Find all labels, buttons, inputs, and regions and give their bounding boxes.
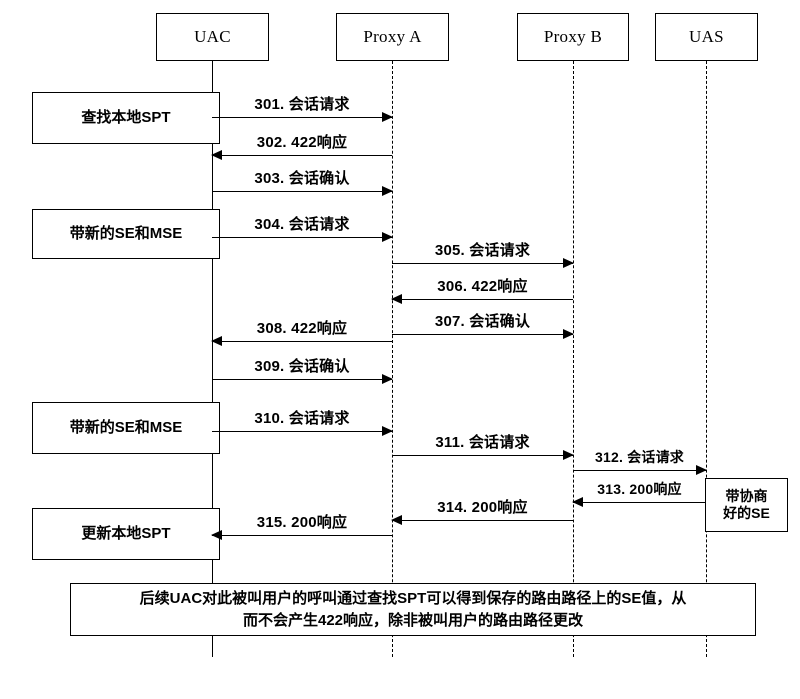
message-line bbox=[212, 117, 392, 118]
note-label-line1: 带协商 bbox=[725, 487, 768, 504]
note-label: 查找本地SPT bbox=[81, 108, 171, 126]
message-label: 302. 422响应 bbox=[256, 134, 348, 151]
footer-note-line-1: 后续UAC对此被叫用户的呼叫通过查找SPT可以得到保存的路由路径上的SE值，从 bbox=[139, 589, 687, 607]
message-label: 305. 会话请求 bbox=[434, 242, 531, 259]
message-line bbox=[212, 191, 392, 192]
message-line bbox=[212, 535, 392, 536]
message-line bbox=[212, 237, 392, 238]
message-line bbox=[392, 455, 573, 456]
message-line bbox=[392, 520, 573, 521]
message-line bbox=[392, 299, 573, 300]
message-label: 301. 会话请求 bbox=[254, 96, 350, 113]
message-label: 308. 422响应 bbox=[256, 320, 348, 337]
message-label: 309. 会话确认 bbox=[254, 358, 350, 375]
lifeline-uas bbox=[706, 61, 707, 657]
message-label: 307. 会话确认 bbox=[434, 313, 531, 330]
message-label: 313. 200响应 bbox=[597, 481, 682, 497]
note-find-local-spt: 查找本地SPT bbox=[32, 92, 220, 144]
note-connector-find-local-spt bbox=[32, 92, 212, 93]
lifeline-label-uas: UAS bbox=[689, 27, 724, 46]
footer-note-line-2: 而不会产生422响应，除非被叫用户的路由路径更改 bbox=[242, 611, 584, 629]
note-label: 带新的SE和MSE bbox=[69, 224, 183, 242]
message-label: 312. 会话请求 bbox=[595, 449, 684, 465]
message-line bbox=[392, 263, 573, 264]
message-label: 314. 200响应 bbox=[437, 499, 528, 516]
message-line bbox=[392, 334, 573, 335]
note-new-se-mse-2: 带新的SE和MSE bbox=[32, 402, 220, 454]
note-new-se-mse-1: 带新的SE和MSE bbox=[32, 209, 220, 259]
message-line bbox=[573, 470, 706, 471]
note-label: 更新本地SPT bbox=[81, 524, 171, 542]
message-line bbox=[573, 502, 706, 503]
lifeline-proxy-a bbox=[392, 61, 393, 657]
lifeline-box-uas: UAS bbox=[655, 13, 758, 61]
lifeline-box-proxy-a: Proxy A bbox=[336, 13, 449, 61]
message-label: 306. 422响应 bbox=[437, 278, 528, 295]
message-line bbox=[212, 379, 392, 380]
note-update-local-spt: 更新本地SPT bbox=[32, 508, 220, 560]
message-label: 303. 会话确认 bbox=[254, 170, 350, 187]
note-label: 带新的SE和MSE bbox=[69, 418, 183, 436]
message-label: 304. 会话请求 bbox=[254, 216, 350, 233]
message-line bbox=[212, 341, 392, 342]
footer-note: 后续UAC对此被叫用户的呼叫通过查找SPT可以得到保存的路由路径上的SE值，从 … bbox=[70, 583, 756, 636]
lifeline-box-uac: UAC bbox=[156, 13, 269, 61]
note-negotiated-se: 带协商 好的SE bbox=[705, 478, 788, 532]
message-label: 311. 会话请求 bbox=[435, 434, 530, 451]
note-label-line2: 好的SE bbox=[723, 505, 770, 521]
message-label: 310. 会话请求 bbox=[254, 410, 350, 427]
message-label: 315. 200响应 bbox=[256, 514, 348, 531]
message-line bbox=[212, 155, 392, 156]
lifeline-proxy-b bbox=[573, 61, 574, 657]
lifeline-label-proxy-a: Proxy A bbox=[363, 27, 422, 46]
lifeline-box-proxy-b: Proxy B bbox=[517, 13, 629, 61]
sequence-diagram-canvas: UAC Proxy A Proxy B UAS 查找本地SPT 带新的SE和MS… bbox=[0, 0, 800, 699]
message-line bbox=[212, 431, 392, 432]
lifeline-label-uac: UAC bbox=[194, 27, 231, 46]
lifeline-label-proxy-b: Proxy B bbox=[543, 27, 603, 46]
